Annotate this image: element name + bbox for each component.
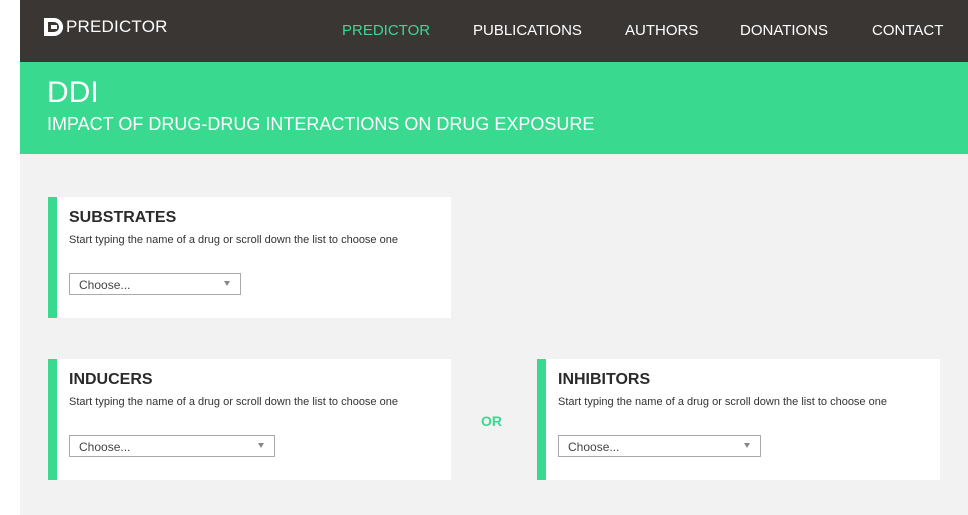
main-nav: PREDICTOR PUBLICATIONS AUTHORS DONATIONS… — [20, 22, 968, 42]
hero-banner: DDI IMPACT OF DRUG-DRUG INTERACTIONS ON … — [20, 62, 968, 154]
select-value: Choose... — [568, 440, 620, 454]
inhibitors-title: INHIBITORS — [558, 371, 651, 388]
main-content: SUBSTRATES Start typing the name of a dr… — [20, 154, 968, 515]
nav-item-predictor[interactable]: PREDICTOR — [342, 22, 430, 39]
nav-item-publications[interactable]: PUBLICATIONS — [473, 22, 582, 39]
card-accent-bar — [48, 359, 57, 480]
inhibitors-select[interactable]: Choose... — [558, 435, 761, 457]
top-navigation-bar: PREDICTOR PREDICTOR PUBLICATIONS AUTHORS… — [20, 0, 968, 62]
inducers-select[interactable]: Choose... — [69, 435, 275, 457]
substrates-description: Start typing the name of a drug or scrol… — [69, 234, 398, 246]
inducers-card: INDUCERS Start typing the name of a drug… — [48, 359, 451, 480]
dropdown-arrow-icon — [258, 443, 264, 448]
or-separator: OR — [481, 413, 502, 429]
substrates-card: SUBSTRATES Start typing the name of a dr… — [48, 197, 451, 318]
page-subtitle: IMPACT OF DRUG-DRUG INTERACTIONS ON DRUG… — [47, 114, 595, 134]
dropdown-arrow-icon — [224, 281, 230, 286]
nav-item-donations[interactable]: DONATIONS — [740, 22, 828, 39]
nav-item-authors[interactable]: AUTHORS — [625, 22, 698, 39]
select-value: Choose... — [79, 278, 131, 292]
card-accent-bar — [537, 359, 546, 480]
nav-item-contact[interactable]: CONTACT — [872, 22, 943, 39]
page-title: DDI — [47, 76, 99, 109]
card-accent-bar — [48, 197, 57, 318]
inducers-description: Start typing the name of a drug or scrol… — [69, 396, 398, 408]
substrates-select[interactable]: Choose... — [69, 273, 241, 295]
select-value: Choose... — [79, 440, 131, 454]
inhibitors-description: Start typing the name of a drug or scrol… — [558, 396, 887, 408]
inhibitors-card: INHIBITORS Start typing the name of a dr… — [537, 359, 940, 480]
dropdown-arrow-icon — [744, 443, 750, 448]
substrates-title: SUBSTRATES — [69, 209, 177, 226]
inducers-title: INDUCERS — [69, 371, 153, 388]
